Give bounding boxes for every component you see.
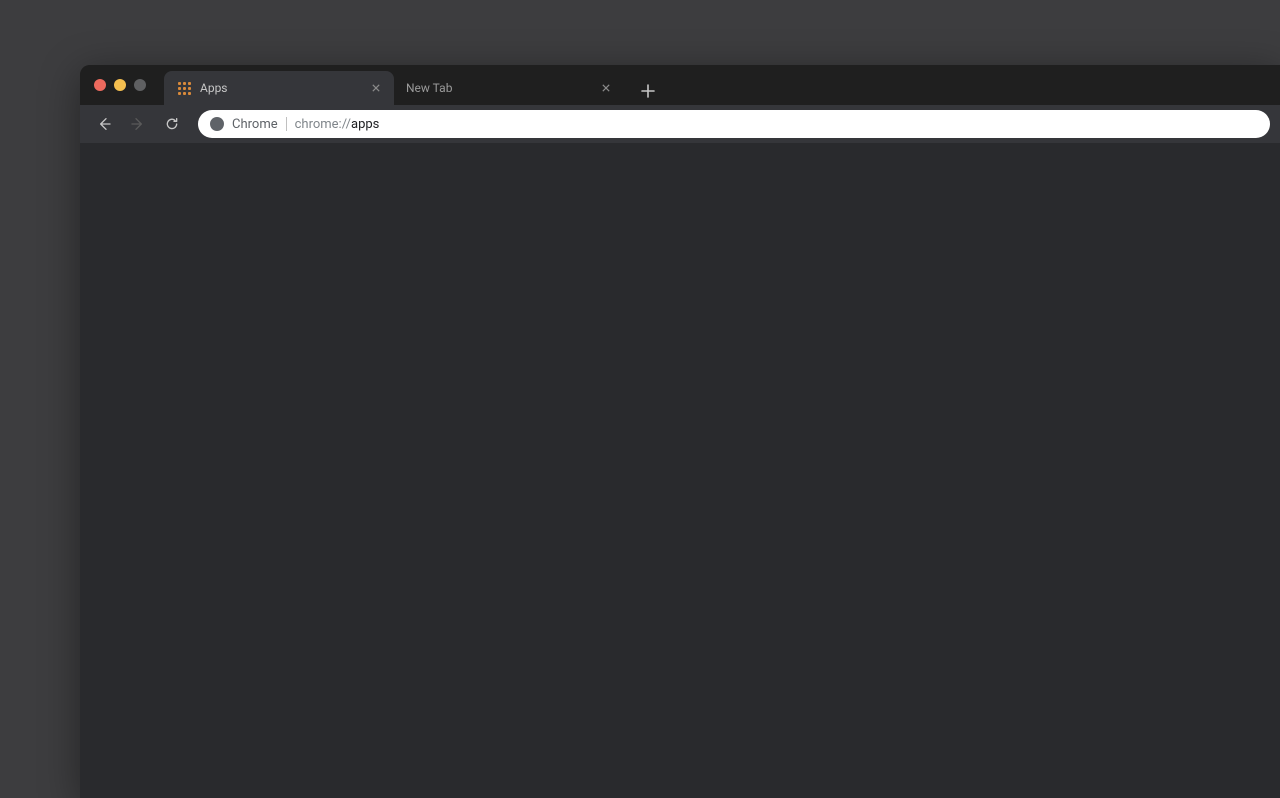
- tab-title: New Tab: [406, 81, 598, 95]
- tab-strip: Apps New Tab: [80, 65, 1280, 105]
- close-icon: [602, 84, 610, 92]
- window-maximize-button[interactable]: [134, 79, 146, 91]
- apps-grid-icon: [176, 80, 192, 96]
- forward-button[interactable]: [124, 110, 152, 138]
- arrow-left-icon: [96, 116, 112, 132]
- tab-new-tab[interactable]: New Tab: [394, 71, 624, 105]
- url-scheme: chrome://: [295, 117, 351, 132]
- tab-close-button[interactable]: [598, 80, 614, 96]
- tab-title: Apps: [200, 81, 368, 95]
- new-tab-button[interactable]: [634, 77, 662, 105]
- omnibox-separator: [286, 117, 287, 131]
- arrow-right-icon: [130, 116, 146, 132]
- url-path: apps: [351, 117, 379, 132]
- omnibox-url: chrome://apps: [295, 117, 380, 132]
- reload-button[interactable]: [158, 110, 186, 138]
- page-content: [80, 143, 1280, 798]
- site-info-icon[interactable]: [210, 117, 224, 131]
- tabs-container: Apps New Tab: [164, 65, 662, 105]
- toolbar: Chrome chrome://apps: [80, 105, 1280, 143]
- plus-icon: [641, 84, 655, 98]
- omnibox-security-label: Chrome: [232, 117, 278, 132]
- reload-icon: [164, 116, 180, 132]
- browser-window: Apps New Tab: [80, 65, 1280, 798]
- tab-apps[interactable]: Apps: [164, 71, 394, 105]
- omnibox[interactable]: Chrome chrome://apps: [198, 110, 1270, 138]
- back-button[interactable]: [90, 110, 118, 138]
- window-minimize-button[interactable]: [114, 79, 126, 91]
- tab-close-button[interactable]: [368, 80, 384, 96]
- window-controls: [92, 79, 164, 91]
- window-close-button[interactable]: [94, 79, 106, 91]
- close-icon: [372, 84, 380, 92]
